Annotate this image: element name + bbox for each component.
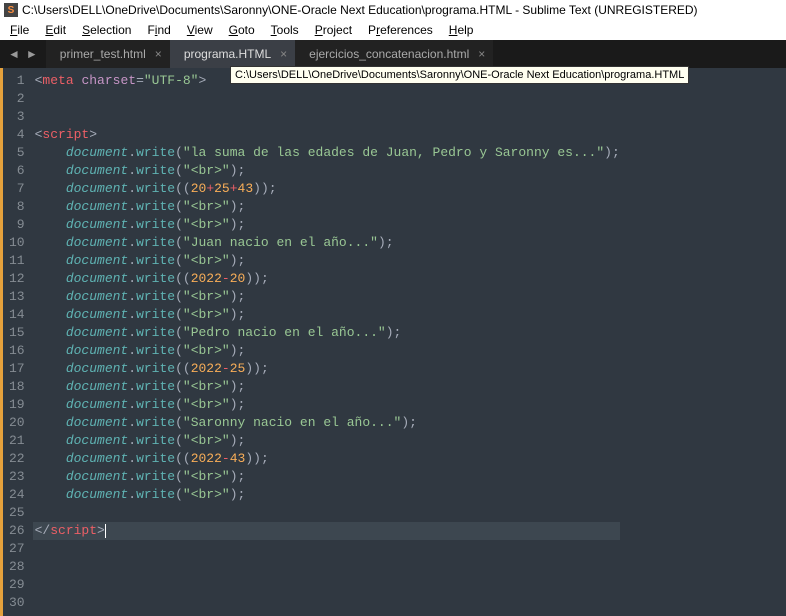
tab-label: ejercicios_concatenacion.html bbox=[309, 47, 469, 61]
menu-preferences[interactable]: Preferences bbox=[360, 21, 441, 39]
nav-forward-icon[interactable]: ► bbox=[26, 47, 38, 61]
line-number: 6 bbox=[9, 162, 25, 180]
tab[interactable]: programa.HTML × bbox=[170, 40, 295, 68]
line-number: 24 bbox=[9, 486, 25, 504]
line-number: 3 bbox=[9, 108, 25, 126]
line-number: 8 bbox=[9, 198, 25, 216]
tab-row: ◄ ► primer_test.html×programa.HTML×ejerc… bbox=[0, 40, 786, 68]
menu-edit[interactable]: Edit bbox=[37, 21, 74, 39]
code-line[interactable] bbox=[35, 90, 620, 108]
code-line[interactable]: document.write("<br>"); bbox=[35, 216, 620, 234]
code-line[interactable]: document.write("<br>"); bbox=[35, 252, 620, 270]
close-icon[interactable]: × bbox=[280, 48, 287, 60]
line-number: 19 bbox=[9, 396, 25, 414]
line-number: 7 bbox=[9, 180, 25, 198]
menu-project[interactable]: Project bbox=[307, 21, 360, 39]
code-area[interactable]: <meta charset="UTF-8"> <script> document… bbox=[35, 68, 620, 616]
code-line[interactable]: document.write("<br>"); bbox=[35, 198, 620, 216]
line-number: 12 bbox=[9, 270, 25, 288]
code-line[interactable]: document.write("<br>"); bbox=[35, 342, 620, 360]
line-number: 14 bbox=[9, 306, 25, 324]
code-line[interactable]: document.write((20+25+43)); bbox=[35, 180, 620, 198]
line-number: 5 bbox=[9, 144, 25, 162]
code-line[interactable] bbox=[35, 540, 620, 558]
code-line[interactable]: document.write("<br>"); bbox=[35, 162, 620, 180]
code-line[interactable]: document.write("<br>"); bbox=[35, 432, 620, 450]
code-line[interactable]: document.write("<br>"); bbox=[35, 306, 620, 324]
code-line[interactable]: <script> bbox=[35, 126, 620, 144]
app-icon: S bbox=[4, 3, 18, 17]
menu-find[interactable]: Find bbox=[139, 21, 178, 39]
line-number: 9 bbox=[9, 216, 25, 234]
line-number: 18 bbox=[9, 378, 25, 396]
window-title: C:\Users\DELL\OneDrive\Documents\Saronny… bbox=[22, 3, 698, 17]
code-line[interactable] bbox=[35, 576, 620, 594]
code-line[interactable]: document.write("<br>"); bbox=[35, 486, 620, 504]
tab-label: programa.HTML bbox=[184, 47, 271, 61]
line-number: 13 bbox=[9, 288, 25, 306]
tab[interactable]: primer_test.html × bbox=[46, 40, 170, 68]
code-line[interactable]: document.write((2022-43)); bbox=[35, 450, 620, 468]
line-number: 1 bbox=[9, 72, 25, 90]
line-number: 23 bbox=[9, 468, 25, 486]
close-icon[interactable]: × bbox=[155, 48, 162, 60]
tab-label: primer_test.html bbox=[60, 47, 146, 61]
line-number: 21 bbox=[9, 432, 25, 450]
code-line[interactable] bbox=[35, 108, 620, 126]
code-line[interactable]: document.write("<br>"); bbox=[35, 288, 620, 306]
code-line[interactable]: document.write("Juan nacio en el año..."… bbox=[35, 234, 620, 252]
tab[interactable]: ejercicios_concatenacion.html × bbox=[295, 40, 493, 68]
tab-tooltip: C:\Users\DELL\OneDrive\Documents\Saronny… bbox=[230, 66, 689, 84]
line-number: 2 bbox=[9, 90, 25, 108]
titlebar: S C:\Users\DELL\OneDrive\Documents\Saron… bbox=[0, 0, 786, 20]
line-number: 10 bbox=[9, 234, 25, 252]
line-number: 30 bbox=[9, 594, 25, 612]
code-line[interactable]: document.write("<br>"); bbox=[35, 396, 620, 414]
menu-goto[interactable]: Goto bbox=[221, 21, 263, 39]
line-number-gutter: 1234567891011121314151617181920212223242… bbox=[3, 68, 35, 616]
menu-file[interactable]: File bbox=[2, 21, 37, 39]
code-line[interactable]: document.write((2022-25)); bbox=[35, 360, 620, 378]
menubar: File Edit Selection Find View Goto Tools… bbox=[0, 20, 786, 40]
code-line[interactable] bbox=[35, 594, 620, 612]
code-line[interactable] bbox=[35, 558, 620, 576]
code-line[interactable]: document.write("<br>"); bbox=[35, 378, 620, 396]
line-number: 29 bbox=[9, 576, 25, 594]
code-line[interactable]: document.write((2022-20)); bbox=[35, 270, 620, 288]
code-line[interactable]: document.write("<br>"); bbox=[35, 468, 620, 486]
menu-view[interactable]: View bbox=[179, 21, 221, 39]
line-number: 27 bbox=[9, 540, 25, 558]
line-number: 16 bbox=[9, 342, 25, 360]
code-line[interactable]: document.write("Pedro nacio en el año...… bbox=[35, 324, 620, 342]
line-number: 17 bbox=[9, 360, 25, 378]
code-line[interactable]: </script> bbox=[33, 522, 620, 540]
editor[interactable]: 1234567891011121314151617181920212223242… bbox=[0, 68, 786, 616]
line-number: 25 bbox=[9, 504, 25, 522]
line-number: 22 bbox=[9, 450, 25, 468]
line-number: 11 bbox=[9, 252, 25, 270]
menu-help[interactable]: Help bbox=[441, 21, 482, 39]
menu-tools[interactable]: Tools bbox=[263, 21, 307, 39]
line-number: 28 bbox=[9, 558, 25, 576]
menu-selection[interactable]: Selection bbox=[74, 21, 139, 39]
code-line[interactable] bbox=[35, 504, 620, 522]
line-number: 26 bbox=[9, 522, 25, 540]
nav-back-icon[interactable]: ◄ bbox=[8, 47, 20, 61]
line-number: 15 bbox=[9, 324, 25, 342]
line-number: 4 bbox=[9, 126, 25, 144]
nav-arrows: ◄ ► bbox=[0, 47, 46, 61]
close-icon[interactable]: × bbox=[478, 48, 485, 60]
code-line[interactable]: document.write("Saronny nacio en el año.… bbox=[35, 414, 620, 432]
line-number: 20 bbox=[9, 414, 25, 432]
code-line[interactable]: document.write("la suma de las edades de… bbox=[35, 144, 620, 162]
